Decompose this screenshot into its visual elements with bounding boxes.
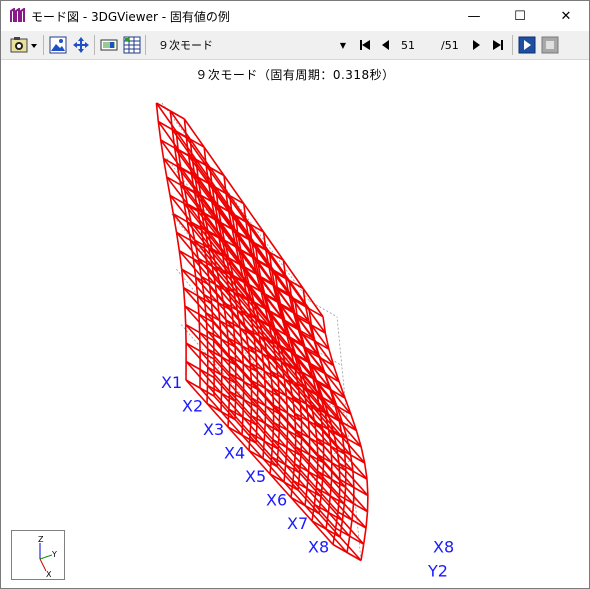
previous-frame-icon: [382, 40, 389, 50]
maximize-button[interactable]: ☐: [497, 1, 543, 31]
deformed-column: [249, 415, 252, 434]
deformed-column: [228, 391, 231, 410]
x-grid-label: X7: [287, 514, 308, 533]
stop-icon: [541, 36, 559, 54]
camera-icon: [10, 37, 37, 53]
deformed-column: [227, 409, 230, 428]
app-window: モード図 - 3DGViewer - 固有値の例 — ☐ ✕ ９次モード ▼ 5…: [0, 0, 590, 589]
x-grid-label: X2: [182, 397, 203, 416]
deformed-column: [228, 355, 231, 374]
mode-select-value: ９次モード: [158, 39, 213, 52]
landscape-image-icon: [49, 36, 67, 54]
next-frame-icon: [473, 40, 480, 50]
move-cross-icon: [73, 37, 89, 53]
app-icon: [10, 8, 25, 22]
deformed-column: [284, 447, 288, 465]
y-grid-label: Y1: [382, 585, 403, 589]
deformed-column: [362, 527, 367, 545]
deformed-column: [263, 423, 266, 442]
deformed-column: [220, 393, 223, 412]
next-frame-button[interactable]: [466, 35, 486, 55]
deformed-column: [293, 413, 297, 431]
stop-button[interactable]: [540, 35, 560, 55]
window-title: モード図 - 3DGViewer - 固有値の例: [31, 10, 230, 24]
x-grid-label: X4: [224, 444, 245, 463]
deformed-column: [351, 503, 355, 521]
minimize-button[interactable]: —: [451, 1, 497, 31]
deformed-column: [241, 417, 244, 436]
mode-shape-3d-view[interactable]: X1X2X3X4X5X6X7X8Y1Y2X8: [1, 60, 589, 588]
deformed-column: [271, 387, 275, 406]
y-grid-label: Y2: [427, 562, 448, 581]
deformed-column: [184, 306, 187, 325]
deformed-column: [206, 385, 209, 404]
deformed-column: [262, 440, 265, 459]
deformed-column: [249, 362, 253, 381]
last-frame-button[interactable]: [488, 35, 508, 55]
toolbar-separator: [145, 35, 146, 55]
title-bar[interactable]: モード図 - 3DGViewer - 固有値の例 — ☐ ✕: [1, 1, 589, 31]
toolbar: ９次モード ▼ 51 /51: [1, 31, 589, 60]
play-button[interactable]: [517, 35, 537, 55]
minimize-icon: —: [467, 8, 481, 24]
toolbar-separator: [512, 35, 513, 55]
toolbar-separator: [43, 35, 44, 55]
deformed-column: [242, 399, 245, 418]
deformed-beam: [178, 250, 194, 260]
deformed-column: [182, 287, 186, 307]
x-grid-label: X8: [308, 538, 329, 557]
play-icon: [518, 36, 536, 54]
deformed-column: [366, 479, 369, 496]
axis-z-label: Z: [38, 535, 44, 544]
move-button[interactable]: [71, 35, 91, 55]
maximize-icon: ☐: [514, 8, 526, 24]
deformed-column: [283, 464, 287, 483]
x-grid-label: X5: [245, 467, 266, 486]
close-button[interactable]: ✕: [543, 1, 589, 31]
chevron-down-icon: ▼: [339, 40, 347, 50]
close-icon: ✕: [560, 8, 572, 24]
x-grid-label: X3: [203, 420, 224, 439]
camera-dropdown-button[interactable]: [9, 35, 39, 55]
deformed-column: [205, 312, 208, 331]
toolbar-separator: [94, 35, 95, 55]
mode-select[interactable]: ９次モード ▼: [150, 35, 350, 55]
deformed-column: [272, 422, 275, 440]
deformed-column: [206, 330, 209, 350]
table-button[interactable]: [122, 35, 142, 55]
last-frame-icon: [493, 40, 503, 50]
deformed-column: [365, 511, 369, 529]
deformed-column: [338, 463, 341, 480]
x-grid-label: X8: [433, 538, 454, 557]
axis-x-label: X: [46, 570, 52, 579]
x-grid-label: X1: [161, 373, 182, 392]
first-frame-button[interactable]: [355, 35, 375, 55]
axis-y-label: Y: [51, 550, 57, 559]
deformed-column: [304, 488, 308, 506]
deformed-column: [348, 519, 353, 537]
deformed-column: [316, 438, 319, 455]
deformed-column: [360, 544, 365, 561]
frame-total-label: /51: [441, 38, 459, 52]
x-grid-label: X6: [266, 491, 287, 510]
axis-triad: Z Y X: [11, 530, 65, 580]
grid-options-button[interactable]: [99, 35, 119, 55]
deformed-column: [293, 446, 297, 464]
grid-options-icon: [100, 39, 118, 51]
frame-number-input[interactable]: 51: [399, 36, 441, 54]
model-viewport[interactable]: ９次モード（固有周期：0.318秒） X1X2X3X4X5X6X7X8Y1Y2X…: [1, 60, 589, 588]
previous-frame-button[interactable]: [376, 35, 396, 55]
table-icon: [123, 36, 141, 54]
image-button[interactable]: [48, 35, 68, 55]
first-frame-icon: [360, 40, 370, 50]
deformed-beam: [211, 184, 233, 214]
deformed-column: [352, 471, 355, 488]
